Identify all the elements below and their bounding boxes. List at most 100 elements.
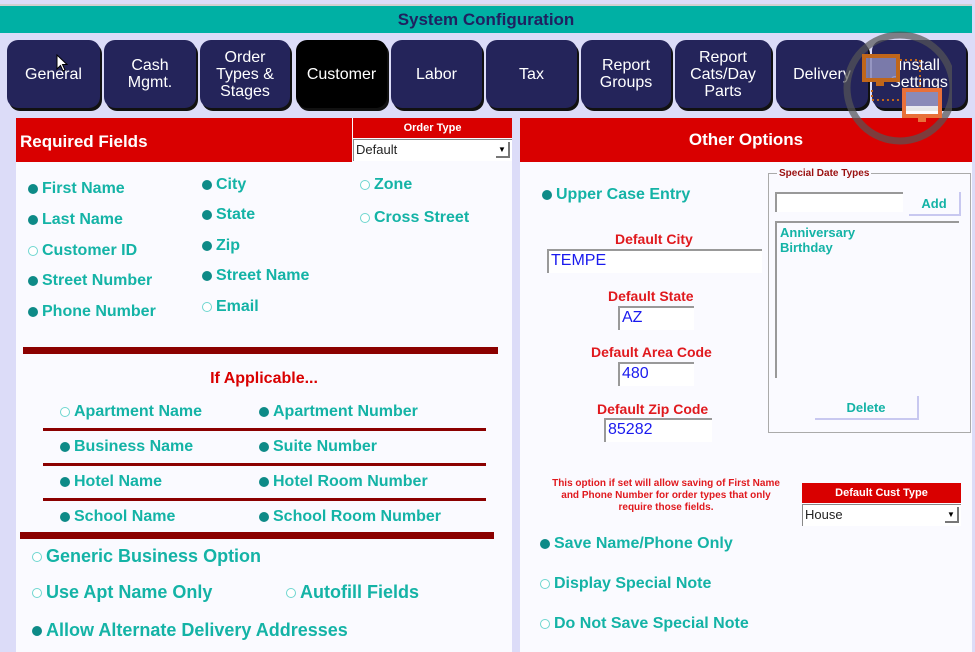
option-school-room-number[interactable]: School Room Number [259, 508, 441, 526]
radio-indicator [28, 276, 38, 286]
option-hotel-room-number[interactable]: Hotel Room Number [259, 473, 428, 491]
option-use-apt-name-only[interactable]: Use Apt Name Only [32, 582, 212, 603]
radio-indicator [202, 302, 212, 312]
divider [23, 347, 498, 354]
radio-indicator [540, 619, 550, 629]
option-hotel-name[interactable]: Hotel Name [60, 473, 162, 491]
option-generic-business[interactable]: Generic Business Option [32, 546, 261, 567]
default-city-input[interactable]: TEMPE [547, 249, 762, 273]
radio-indicator [202, 180, 212, 190]
option-allow-alternate-delivery[interactable]: Allow Alternate Delivery Addresses [32, 620, 348, 641]
option-save-name-phone-only[interactable]: Save Name/Phone Only [540, 535, 733, 553]
option-upper-case-entry[interactable]: Upper Case Entry [542, 186, 690, 204]
option-label: Upper Case Entry [556, 186, 691, 203]
option-street-name[interactable]: Street Name [202, 267, 309, 285]
radio-indicator [286, 587, 296, 598]
window-title: System Configuration [0, 4, 972, 33]
option-email[interactable]: Email [202, 298, 259, 316]
radio-indicator [360, 180, 370, 190]
option-label: School Name [74, 508, 176, 525]
radio-indicator [202, 210, 212, 220]
special-date-types-group: Special Date Types Add Anniversary Birth… [768, 168, 971, 433]
divider [20, 532, 494, 539]
option-city[interactable]: City [202, 176, 246, 194]
option-label: Autofill Fields [300, 582, 419, 602]
required-fields-header: Required Fields [16, 118, 352, 162]
tab-delivery[interactable]: Delivery [776, 40, 868, 108]
radio-indicator [60, 442, 70, 452]
default-cust-type-select[interactable]: House ▼ [802, 504, 961, 526]
special-date-types-list[interactable]: Anniversary Birthday [775, 221, 959, 378]
default-city-label: Default City [615, 231, 693, 247]
divider [43, 498, 486, 501]
tab-report-cats-day-parts[interactable]: Report Cats/Day Parts [675, 40, 771, 108]
option-label: Do Not Save Special Note [554, 615, 749, 632]
list-item[interactable]: Birthday [780, 240, 959, 255]
tab-report-groups[interactable]: Report Groups [581, 40, 671, 108]
default-state-input[interactable]: AZ [618, 306, 694, 330]
option-state[interactable]: State [202, 206, 255, 224]
option-label: Apartment Name [74, 403, 203, 420]
tab-order-types-stages[interactable]: Order Types & Stages [200, 40, 290, 108]
option-label: State [216, 206, 256, 223]
tab-install-settings[interactable]: Install Settings [872, 40, 966, 108]
option-zone[interactable]: Zone [360, 176, 412, 194]
option-label: Email [216, 298, 259, 315]
option-label: Allow Alternate Delivery Addresses [46, 620, 348, 640]
radio-indicator [259, 442, 269, 452]
radio-indicator [542, 190, 552, 200]
tab-cash-mgmt[interactable]: Cash Mgmt. [104, 40, 196, 108]
tab-general[interactable]: General [7, 40, 100, 108]
default-state-label: Default State [608, 288, 694, 304]
delete-button[interactable]: Delete [815, 396, 919, 420]
default-area-code-input[interactable]: 480 [618, 362, 694, 386]
divider [43, 463, 486, 466]
chevron-down-icon[interactable]: ▼ [496, 142, 510, 158]
option-cross-street[interactable]: Cross Street [360, 209, 469, 227]
option-last-name[interactable]: Last Name [28, 211, 123, 229]
other-options-header: Other Options [520, 118, 972, 162]
radio-indicator [32, 551, 42, 562]
option-school-name[interactable]: School Name [60, 508, 175, 526]
add-button[interactable]: Add [909, 192, 961, 216]
option-zip[interactable]: Zip [202, 237, 240, 255]
option-apartment-name[interactable]: Apartment Name [60, 403, 202, 421]
radio-indicator [60, 512, 70, 522]
special-date-type-input[interactable] [775, 192, 903, 212]
option-display-special-note[interactable]: Display Special Note [540, 575, 711, 593]
radio-indicator [60, 477, 70, 487]
option-label: Zone [374, 176, 413, 193]
option-business-name[interactable]: Business Name [60, 438, 193, 456]
default-cust-type-label: Default Cust Type [802, 483, 961, 503]
option-label: First Name [42, 180, 125, 197]
order-type-select[interactable]: Default ▼ [353, 139, 512, 161]
default-zip-code-input[interactable]: 85282 [604, 418, 712, 442]
chevron-down-icon[interactable]: ▼ [945, 507, 959, 523]
option-apartment-number[interactable]: Apartment Number [259, 403, 418, 421]
save-name-phone-note: This option if set will allow saving of … [552, 478, 780, 513]
option-suite-number[interactable]: Suite Number [259, 438, 377, 456]
option-street-number[interactable]: Street Number [28, 272, 152, 290]
list-item[interactable]: Anniversary [780, 225, 959, 240]
order-type-value: Default [356, 142, 398, 157]
tab-labor[interactable]: Labor [391, 40, 482, 108]
option-do-not-save-special-note[interactable]: Do Not Save Special Note [540, 615, 749, 633]
if-applicable-heading: If Applicable... [210, 370, 318, 387]
order-type-label: Order Type [353, 118, 512, 138]
option-customer-id[interactable]: Customer ID [28, 242, 137, 260]
option-label: Zip [216, 237, 240, 254]
option-phone-number[interactable]: Phone Number [28, 303, 156, 321]
option-first-name[interactable]: First Name [28, 180, 125, 198]
radio-indicator [28, 184, 38, 194]
option-label: School Room Number [273, 508, 442, 525]
radio-indicator [60, 407, 70, 417]
radio-indicator [259, 477, 269, 487]
radio-indicator [202, 271, 212, 281]
option-autofill-fields[interactable]: Autofill Fields [286, 582, 419, 603]
special-date-types-legend: Special Date Types [777, 168, 872, 179]
tab-customer[interactable]: Customer [296, 40, 387, 108]
tab-tax[interactable]: Tax [486, 40, 577, 108]
option-label: Suite Number [273, 438, 378, 455]
option-label: Cross Street [374, 209, 470, 226]
radio-indicator [202, 241, 212, 251]
